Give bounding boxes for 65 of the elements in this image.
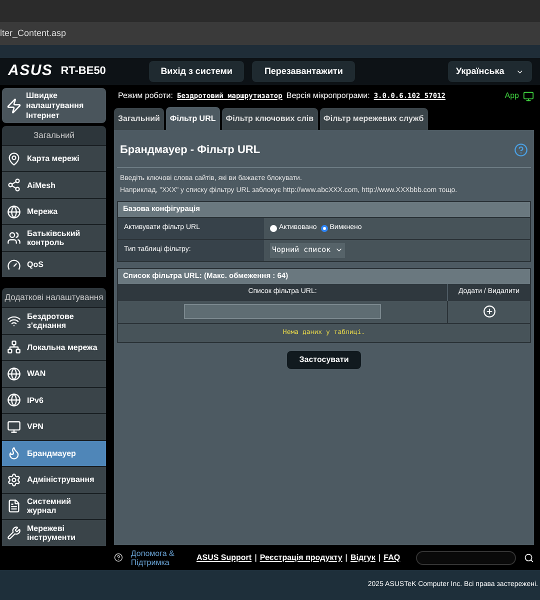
globe-icon bbox=[7, 204, 21, 218]
sidebar-item[interactable]: Адміністрування bbox=[2, 466, 106, 492]
gauge-icon bbox=[7, 258, 21, 272]
sidebar-item[interactable]: Мережеві інструменти bbox=[2, 519, 106, 546]
users-icon bbox=[7, 231, 21, 245]
search-field[interactable] bbox=[416, 550, 516, 564]
network-icon bbox=[7, 340, 21, 354]
model-name: RT-BE50 bbox=[60, 64, 107, 80]
link-separator: | bbox=[345, 552, 348, 564]
help-icon bbox=[114, 553, 123, 562]
sidebar-item[interactable]: Локальна мережа bbox=[2, 334, 106, 360]
sidebar-item[interactable]: WAN bbox=[2, 360, 106, 386]
document-icon bbox=[7, 499, 21, 514]
firmware-label: Версія мікропрограми: bbox=[286, 90, 370, 102]
sidebar-item[interactable]: Бездротове з'єднання bbox=[2, 307, 106, 334]
footer-link[interactable]: ASUS Support bbox=[196, 552, 252, 564]
app-link[interactable]: App bbox=[504, 90, 519, 102]
quick-setup-item[interactable]: Швидке налаштування Інтернет bbox=[2, 88, 106, 123]
help-icon bbox=[514, 143, 528, 158]
add-icon[interactable] bbox=[482, 305, 496, 318]
sidebar-item[interactable]: VPN bbox=[2, 413, 106, 440]
language-select[interactable]: Українська bbox=[448, 60, 532, 82]
monitor-icon bbox=[523, 90, 534, 102]
sidebar-item[interactable]: Батьківський контроль bbox=[2, 224, 106, 251]
page-title: Брандмауер - Фільтр URL bbox=[120, 143, 260, 158]
globe-icon bbox=[7, 393, 21, 408]
header-button[interactable]: Перезавантажити bbox=[252, 60, 355, 82]
help-link[interactable]: Допомога & Підтримка bbox=[130, 548, 182, 566]
wrench-icon bbox=[7, 526, 21, 540]
tab[interactable]: Загальний bbox=[114, 108, 164, 130]
sidebar-item[interactable]: Карта мережі bbox=[2, 144, 106, 172]
tab[interactable]: Фільтр ключових слів bbox=[222, 108, 318, 130]
search-icon[interactable] bbox=[524, 552, 534, 562]
monitor-icon bbox=[7, 420, 21, 434]
footer-link[interactable]: FAQ bbox=[384, 552, 400, 564]
sidebar-item[interactable]: Брандмауер bbox=[2, 440, 106, 466]
sidebar-item[interactable]: QoS bbox=[2, 250, 106, 278]
header-button[interactable]: Вихід з системи bbox=[148, 60, 244, 82]
link-separator: | bbox=[378, 552, 381, 564]
quick-setup-icon bbox=[6, 98, 22, 114]
map-pin-icon bbox=[7, 152, 21, 166]
tab[interactable]: Фільтр мережевих служб bbox=[320, 108, 428, 130]
tab[interactable]: Фільтр URL bbox=[166, 107, 220, 130]
flame-icon bbox=[7, 446, 21, 460]
sidebar-item[interactable]: IPv6 bbox=[2, 386, 106, 413]
share-icon bbox=[7, 178, 21, 192]
link-separator: | bbox=[254, 552, 257, 564]
sidebar-item[interactable]: Мережа bbox=[2, 198, 106, 224]
url-input-field[interactable] bbox=[184, 304, 381, 319]
wifi-icon bbox=[7, 314, 21, 328]
sidebar-item[interactable]: AiMesh bbox=[2, 171, 106, 198]
apply-button[interactable]: Застосувати bbox=[287, 350, 361, 368]
footer-link[interactable]: Реєстрація продукту bbox=[260, 552, 342, 564]
section-title: Додаткові налаштування bbox=[4, 291, 104, 304]
address-bar[interactable]: lter_Content.asp bbox=[0, 22, 540, 45]
asus-logo: ASUS bbox=[8, 61, 53, 82]
radio-button[interactable] bbox=[270, 224, 277, 232]
section-title: Загальний bbox=[32, 129, 76, 142]
mode-label: Режим роботи: bbox=[118, 90, 173, 102]
globe-icon bbox=[7, 366, 21, 381]
footer-link[interactable]: Відгук bbox=[350, 552, 376, 564]
sidebar-item[interactable]: Системний журнал bbox=[2, 492, 106, 519]
settings-icon bbox=[7, 472, 21, 487]
caret-icon bbox=[334, 246, 343, 254]
radio-button[interactable] bbox=[320, 224, 328, 232]
